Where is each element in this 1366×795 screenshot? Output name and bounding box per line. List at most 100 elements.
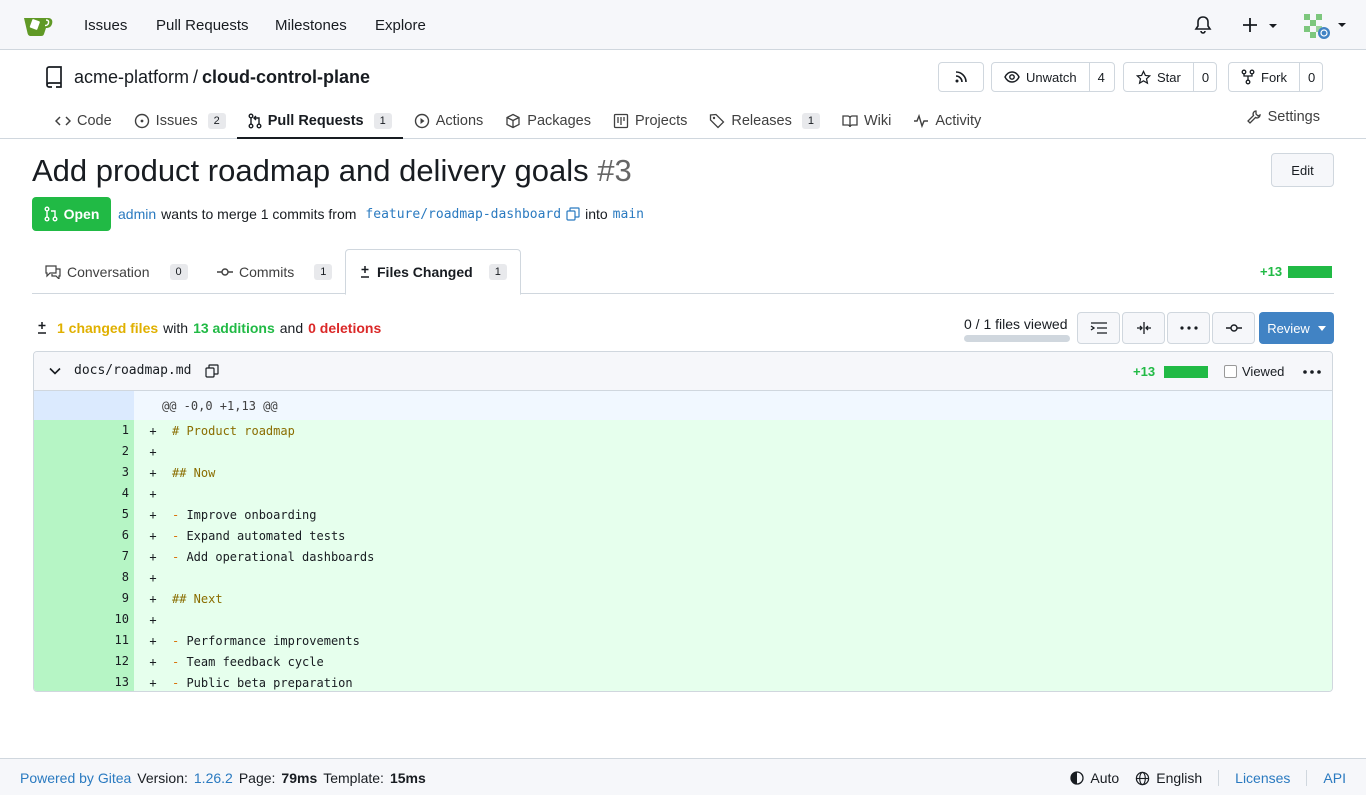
tab-files-changed[interactable]: Files Changed 1 bbox=[345, 249, 521, 295]
footer-divider bbox=[1218, 770, 1220, 786]
file-diff-header: docs/roadmap.md +13 Viewed bbox=[34, 352, 1332, 391]
review-button[interactable]: Review bbox=[1259, 312, 1334, 344]
line-code: - Add operational dashboards bbox=[172, 549, 375, 564]
globe-icon bbox=[1135, 771, 1150, 786]
tab-label: Wiki bbox=[863, 112, 892, 129]
commits-count-badge: 1 bbox=[314, 263, 333, 280]
tab-commits[interactable]: Commits 1 bbox=[217, 249, 333, 294]
status-label: Open bbox=[63, 206, 100, 222]
theme-selector[interactable]: Auto bbox=[1070, 770, 1119, 786]
chevron-down-icon bbox=[1317, 325, 1326, 331]
tab-issues[interactable]: Issues 2 bbox=[123, 102, 237, 139]
copy-icon[interactable] bbox=[566, 207, 580, 221]
line-number[interactable]: 2 bbox=[34, 441, 134, 462]
chevron-down-icon[interactable] bbox=[48, 364, 62, 378]
line-number[interactable]: 9 bbox=[34, 588, 134, 609]
line-number[interactable]: 10 bbox=[34, 609, 134, 630]
line-code: - Improve onboarding bbox=[172, 507, 317, 522]
fork-count[interactable]: 0 bbox=[1299, 63, 1323, 91]
head-branch-link[interactable]: feature/roadmap-dashboard bbox=[365, 207, 561, 222]
tab-pull-requests[interactable]: Pull Requests 1 bbox=[236, 102, 403, 139]
split-icon bbox=[1135, 321, 1153, 335]
pulse-icon bbox=[913, 113, 929, 128]
line-number[interactable]: 7 bbox=[34, 546, 134, 567]
watch-count[interactable]: 4 bbox=[1088, 63, 1113, 91]
review-label: Review bbox=[1267, 320, 1310, 336]
line-number[interactable]: 4 bbox=[34, 483, 134, 504]
star-button[interactable]: Star 0 bbox=[1123, 62, 1217, 92]
deletions-count: 0 deletions bbox=[308, 320, 382, 336]
releases-count-badge: 1 bbox=[801, 112, 820, 129]
viewed-label[interactable]: Viewed bbox=[1242, 364, 1284, 379]
nav-pull-requests[interactable]: Pull Requests bbox=[156, 17, 249, 34]
more-options-button[interactable] bbox=[1167, 312, 1210, 344]
list-marker: - bbox=[172, 675, 180, 690]
line-number[interactable]: 6 bbox=[34, 525, 134, 546]
copy-icon[interactable] bbox=[205, 364, 219, 378]
addition-marker: + bbox=[149, 423, 157, 438]
api-link[interactable]: API bbox=[1323, 770, 1346, 786]
tab-packages[interactable]: Packages bbox=[494, 102, 602, 139]
tab-wiki[interactable]: Wiki bbox=[831, 102, 902, 139]
pr-tabs: Conversation 0 Commits 1 Files Changed 1 bbox=[32, 249, 1334, 295]
changed-files-count[interactable]: 1 changed files bbox=[57, 320, 158, 336]
tab-activity[interactable]: Activity bbox=[902, 102, 992, 139]
unwatch-button[interactable]: Unwatch 4 bbox=[991, 62, 1115, 92]
list-marker: - bbox=[172, 654, 180, 669]
line-number[interactable]: 8 bbox=[34, 567, 134, 588]
tab-actions[interactable]: Actions bbox=[403, 102, 495, 139]
version-link[interactable]: 1.26.2 bbox=[194, 770, 233, 786]
nav-issues[interactable]: Issues bbox=[84, 17, 127, 34]
line-number[interactable]: 3 bbox=[34, 462, 134, 483]
files-viewed-progress bbox=[964, 335, 1070, 342]
bell-icon[interactable] bbox=[1194, 15, 1212, 35]
play-icon bbox=[414, 113, 430, 129]
diff-line: 4 + bbox=[34, 483, 1332, 504]
create-new-icon[interactable] bbox=[1240, 15, 1280, 35]
author-link[interactable]: admin bbox=[118, 206, 156, 222]
line-number[interactable]: 5 bbox=[34, 504, 134, 525]
powered-by-link[interactable]: Powered by Gitea bbox=[20, 770, 131, 786]
toggle-file-tree-button[interactable] bbox=[1077, 312, 1120, 344]
licenses-link[interactable]: Licenses bbox=[1235, 770, 1290, 786]
language-selector[interactable]: English bbox=[1135, 770, 1202, 786]
repo-owner-link[interactable]: acme-platform bbox=[74, 67, 189, 88]
tab-label: Conversation bbox=[67, 263, 150, 280]
edit-title-button[interactable]: Edit bbox=[1271, 153, 1334, 187]
diff-line: 3 + ## Now bbox=[34, 462, 1332, 483]
tab-code[interactable]: Code bbox=[44, 102, 123, 139]
tab-settings[interactable]: Settings bbox=[1246, 109, 1320, 125]
viewed-checkbox[interactable] bbox=[1224, 365, 1237, 378]
rss-button[interactable] bbox=[938, 62, 984, 92]
fork-button[interactable]: Fork 0 bbox=[1228, 62, 1323, 92]
commit-icon bbox=[217, 266, 233, 278]
diff-line: 11 + - Performance improvements bbox=[34, 630, 1332, 651]
line-code: - Performance improvements bbox=[172, 633, 360, 648]
tab-projects[interactable]: Projects bbox=[602, 102, 698, 139]
line-number[interactable]: 1 bbox=[34, 420, 134, 441]
line-number[interactable]: 11 bbox=[34, 630, 134, 651]
avatar[interactable] bbox=[1302, 12, 1350, 40]
split-view-button[interactable] bbox=[1122, 312, 1165, 344]
repo-name-link[interactable]: cloud-control-plane bbox=[202, 67, 370, 88]
comment-icon bbox=[45, 264, 61, 279]
line-number[interactable]: 13 bbox=[34, 672, 134, 691]
diff-line: 5 + - Improve onboarding bbox=[34, 504, 1332, 525]
tab-releases[interactable]: Releases 1 bbox=[698, 102, 831, 139]
star-label: Star bbox=[1157, 69, 1181, 85]
diff-line: 2 + bbox=[34, 441, 1332, 462]
line-number[interactable]: 12 bbox=[34, 651, 134, 672]
nav-milestones[interactable]: Milestones bbox=[275, 17, 347, 34]
star-count[interactable]: 0 bbox=[1192, 63, 1217, 91]
kebab-horizontal-icon[interactable] bbox=[1302, 364, 1322, 380]
commit-selector-button[interactable] bbox=[1212, 312, 1255, 344]
file-name[interactable]: docs/roadmap.md bbox=[74, 363, 191, 378]
diffstat-additions: +13 bbox=[1260, 264, 1283, 279]
commit-icon bbox=[1225, 322, 1242, 334]
pr-title-text: Add product roadmap and delivery goals bbox=[32, 153, 589, 188]
gitea-logo-icon[interactable] bbox=[22, 12, 54, 38]
tab-conversation[interactable]: Conversation 0 bbox=[45, 249, 188, 294]
rss-icon bbox=[954, 70, 968, 84]
nav-explore[interactable]: Explore bbox=[375, 17, 426, 34]
base-branch-link[interactable]: main bbox=[613, 207, 644, 222]
